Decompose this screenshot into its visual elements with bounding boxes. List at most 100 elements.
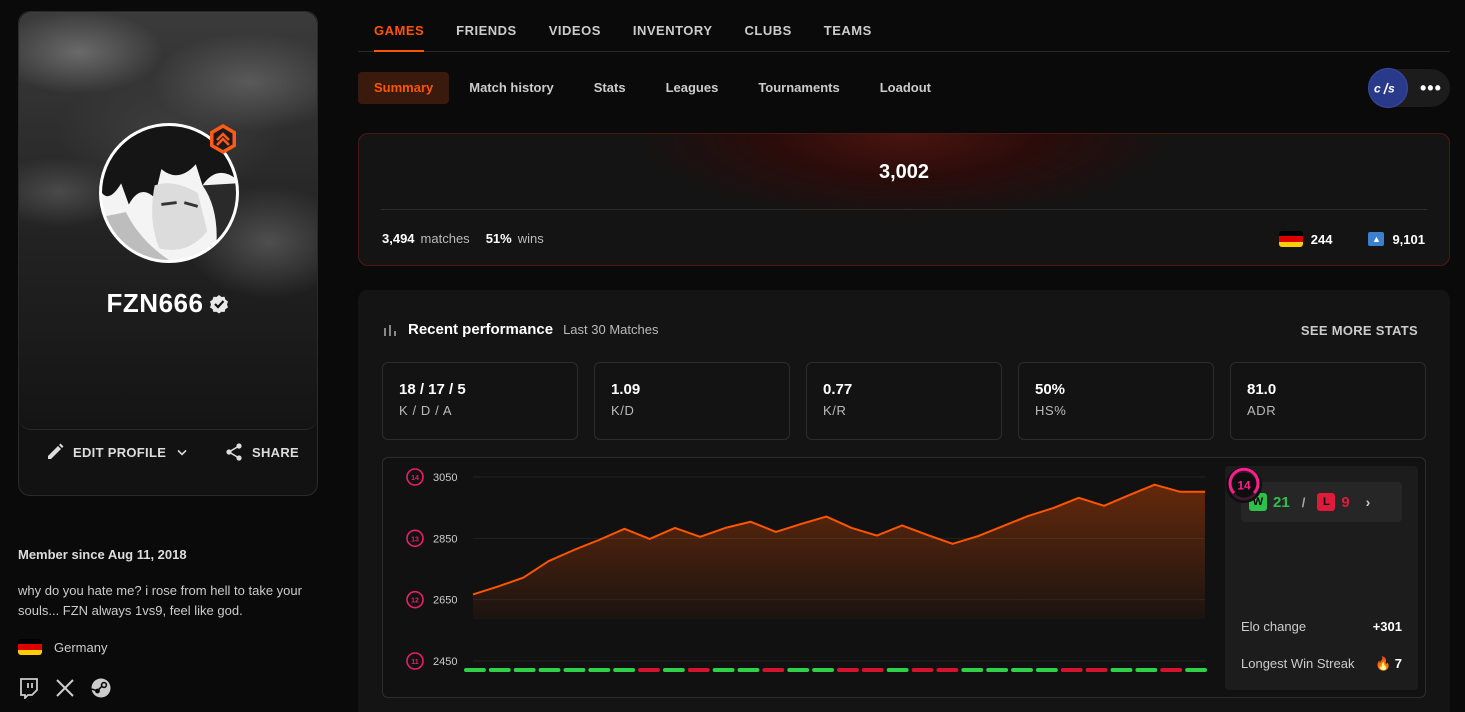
match-result-bar	[1185, 668, 1207, 672]
y-tick-label: 2450	[433, 656, 457, 668]
match-result-bar	[812, 668, 834, 672]
steam-icon[interactable]	[90, 677, 112, 699]
stat-box-adr: 81.0 ADR	[1230, 362, 1426, 440]
divider	[381, 209, 1427, 210]
match-result-bar	[737, 668, 760, 672]
elo-change-value: +301	[1372, 619, 1402, 634]
chevron-right-icon: ›	[1365, 494, 1371, 510]
country-name: Germany	[54, 639, 108, 655]
elo-value: 3,002	[878, 161, 930, 183]
match-result-bar	[1011, 668, 1033, 672]
stat-value: 18 / 17 / 5	[399, 381, 466, 398]
tab-inventory[interactable]: INVENTORY	[633, 20, 713, 51]
wl-separator: /	[1301, 494, 1306, 510]
match-result-bar	[638, 668, 660, 672]
share-button[interactable]: SHARE	[224, 442, 299, 462]
country-rank[interactable]: 244	[1311, 232, 1333, 247]
subtab-summary[interactable]: Summary	[358, 72, 450, 104]
svg-text:c: c	[1374, 82, 1381, 96]
y-tick-level: 12	[411, 598, 419, 605]
stat-label: ADR	[1247, 403, 1277, 418]
win-streak-value-wrap: 🔥 7	[1375, 656, 1402, 672]
skill-level-icon: 14	[1226, 467, 1262, 503]
subtab-stats[interactable]: Stats	[574, 72, 646, 104]
pencil-icon	[48, 443, 64, 459]
subtab-loadout[interactable]: Loadout	[860, 72, 951, 104]
elo-change-row: Elo change +301	[1241, 619, 1402, 634]
performance-header: Recent performance Last 30 Matches	[382, 321, 658, 338]
stat-value: 50%	[1035, 381, 1066, 398]
match-result-bar	[488, 668, 511, 672]
wins-value: 51%	[485, 231, 512, 246]
match-result-bar	[662, 668, 685, 672]
elo-area	[473, 484, 1205, 620]
edit-profile-button[interactable]: EDIT PROFILE	[45, 442, 190, 462]
social-links	[18, 677, 112, 699]
svg-text:s: s	[1388, 82, 1395, 96]
region-rank[interactable]: 9,101	[1392, 232, 1425, 247]
wins-stat: 51% wins	[486, 231, 544, 246]
wins-label: wins	[517, 231, 544, 246]
y-tick-level: 11	[411, 659, 419, 666]
match-result-bar	[861, 668, 884, 672]
match-result-bar	[1135, 668, 1158, 672]
stat-value: 81.0	[1247, 381, 1277, 398]
match-result-bar	[712, 668, 735, 672]
match-result-bar	[911, 668, 934, 672]
profile-actions: EDIT PROFILE SHARE	[19, 442, 317, 462]
x-twitter-icon[interactable]	[54, 677, 76, 699]
match-result-bar	[787, 668, 810, 672]
tab-games[interactable]: GAMES	[374, 20, 425, 52]
share-label: SHARE	[251, 444, 299, 460]
match-result-bar	[1035, 668, 1058, 672]
match-result-bar	[961, 668, 984, 672]
y-tick-label: 3050	[433, 472, 457, 484]
win-loss-box[interactable]: W 21 / L 9 ›	[1241, 482, 1402, 522]
match-result-bar	[687, 668, 710, 672]
cs-logo-icon: c s	[1374, 82, 1395, 96]
y-tick-label: 2850	[433, 533, 457, 545]
elo-stats: 3,494 matches 51% wins	[382, 231, 544, 246]
tab-teams[interactable]: TEAMS	[824, 20, 872, 51]
win-streak-row: Longest Win Streak 🔥 7	[1241, 656, 1402, 672]
subtab-match-history[interactable]: Match history	[449, 72, 574, 104]
tab-videos[interactable]: VIDEOS	[549, 20, 601, 51]
match-result-bar	[886, 668, 909, 672]
rankings: 244 ▲ 9,101	[1278, 231, 1425, 247]
level-badge-icon	[210, 124, 236, 154]
subtab-tournaments[interactable]: Tournaments	[738, 72, 859, 104]
stat-box-hs: 50% HS%	[1018, 362, 1214, 440]
stat-value: 0.77	[823, 381, 853, 398]
chevron-down-icon	[177, 449, 187, 456]
germany-flag-icon	[18, 639, 42, 655]
skill-level-text: 14	[1237, 479, 1251, 493]
y-tick-level: 13	[411, 536, 419, 543]
losses-count: 9	[1341, 493, 1350, 511]
country-row: Germany	[18, 639, 107, 655]
top-nav: GAMES FRIENDS VIDEOS INVENTORY CLUBS TEA…	[358, 20, 1450, 52]
stat-label: HS%	[1035, 403, 1067, 418]
more-options-icon[interactable]: •••	[1420, 79, 1442, 97]
elo-change-label: Elo change	[1241, 619, 1307, 634]
subtab-leagues[interactable]: Leagues	[646, 72, 739, 104]
tab-clubs[interactable]: CLUBS	[744, 20, 791, 51]
stat-boxes: 18 / 17 / 5 K / D / A 1.09 K/D 0.77 K/R 50%…	[382, 362, 1426, 440]
member-since: Member since Aug 11, 2018	[18, 547, 187, 562]
tab-friends[interactable]: FRIENDS	[456, 20, 517, 51]
game-selector: c s •••	[1368, 68, 1450, 108]
germany-flag-icon	[1278, 231, 1303, 247]
see-more-stats-link[interactable]: SEE MORE STATS	[1301, 323, 1418, 338]
stat-box-kda: 18 / 17 / 5 K / D / A	[382, 362, 578, 440]
bar-chart-icon	[384, 324, 396, 336]
y-tick-label: 2650	[433, 595, 457, 607]
elo-chart: 14 3050 13 2850 12 2650 11 2450 W 21 / L 9 › 14…	[382, 457, 1426, 698]
match-result-bar	[588, 668, 611, 672]
match-result-bar	[538, 668, 561, 672]
match-result-bar	[1160, 668, 1183, 672]
username: FZN666	[106, 288, 204, 318]
match-result-bar	[986, 668, 1009, 672]
cs-game-icon[interactable]: c s	[1368, 68, 1408, 108]
match-result-bar	[837, 668, 859, 672]
performance-subtitle: Last 30 Matches	[563, 322, 659, 337]
twitch-icon[interactable]	[18, 677, 40, 699]
